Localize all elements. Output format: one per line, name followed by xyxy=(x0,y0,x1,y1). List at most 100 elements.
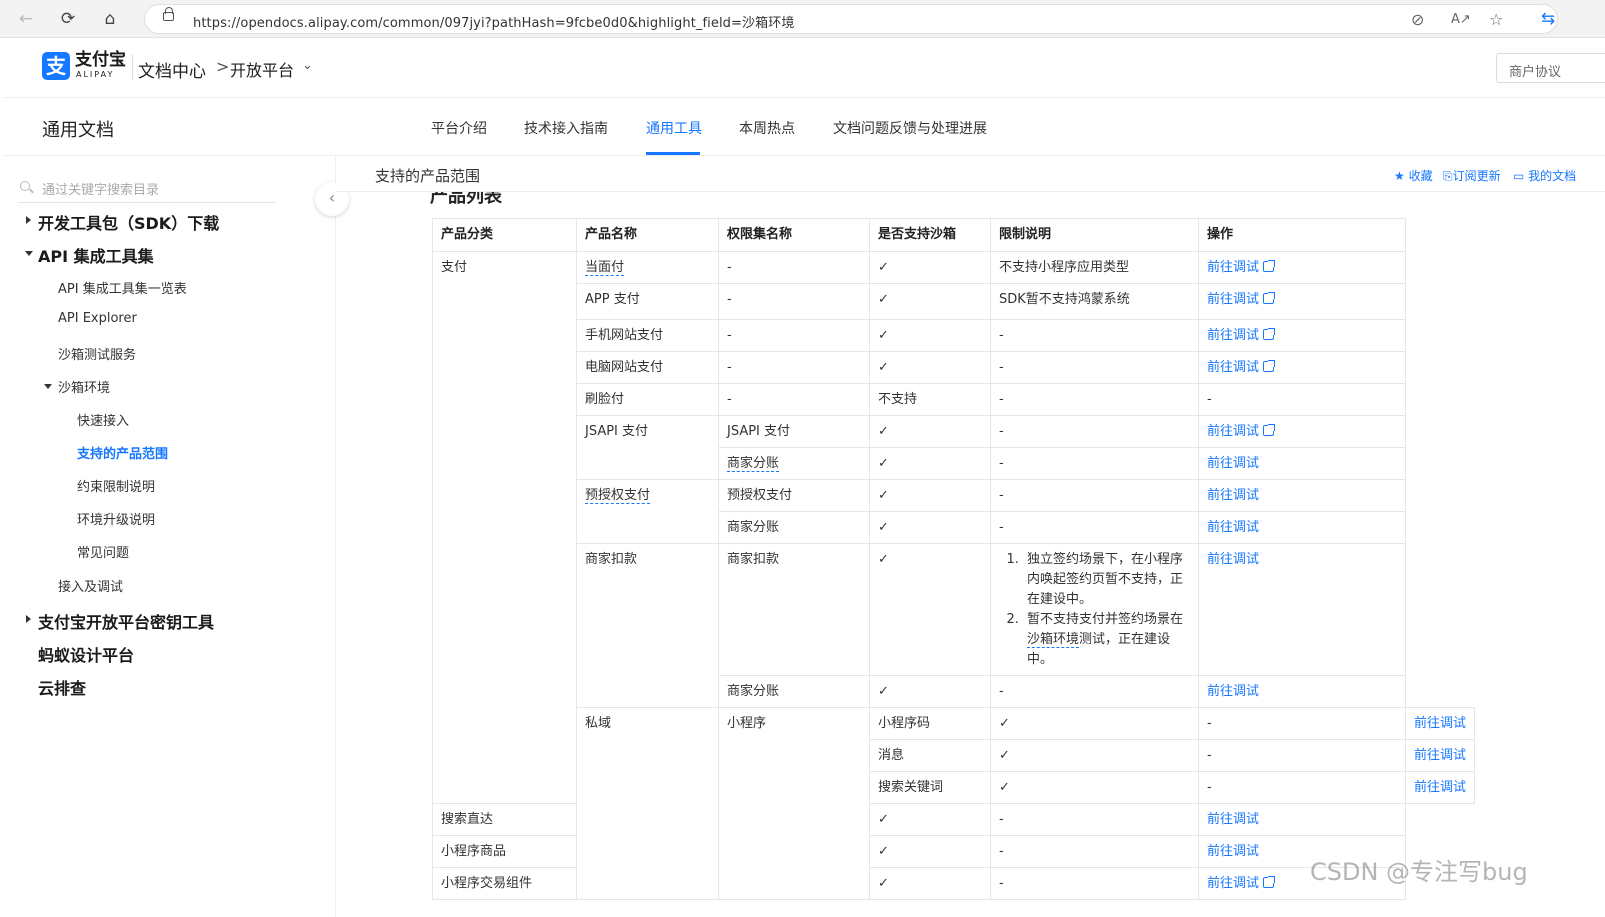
debug-link[interactable]: 前往调试 xyxy=(1207,260,1259,275)
table-row: 支付 当面付 - ✓ 不支持小程序应用类型 前往调试 xyxy=(432,251,1475,804)
cell-action[interactable]: 前往调试 xyxy=(1198,543,1406,676)
header-divider xyxy=(132,54,133,80)
caret-right-icon[interactable] xyxy=(26,615,31,623)
debug-link[interactable]: 前往调试 xyxy=(1207,520,1259,535)
cell-limit: - xyxy=(990,511,1199,544)
tab-tech-guide[interactable]: 技术接入指南 xyxy=(524,118,608,138)
url-text[interactable]: https://opendocs.alipay.com/common/097jy… xyxy=(193,12,794,31)
cell-action[interactable]: 前往调试 xyxy=(1198,283,1406,320)
alipay-logo-icon[interactable]: 支 xyxy=(42,52,70,80)
sync-icon[interactable]: ⇆ xyxy=(1538,9,1558,29)
sidebar-item-constraints[interactable]: 约束限制说明 xyxy=(77,476,155,495)
limit-text: 暂不支持支付并签约场景在 xyxy=(1027,612,1184,627)
external-link-icon[interactable] xyxy=(1263,360,1276,372)
tab-doc-feedback[interactable]: 文档问题反馈与处理进展 xyxy=(833,118,987,138)
sidebar-item-upgrade[interactable]: 环境升级说明 xyxy=(77,509,155,528)
sidebar-item-faq[interactable]: 常见问题 xyxy=(77,542,129,561)
sidebar-search[interactable]: 通过关键字搜索目录 xyxy=(18,177,276,203)
back-icon[interactable]: ← xyxy=(16,9,36,29)
caret-right-icon[interactable] xyxy=(26,216,31,224)
caret-down-icon[interactable] xyxy=(25,251,33,256)
cell-action[interactable]: 前往调试 xyxy=(1198,319,1406,352)
search-input[interactable]: 通过关键字搜索目录 xyxy=(42,179,159,198)
external-link-icon[interactable] xyxy=(1263,292,1276,304)
debug-link[interactable]: 前往调试 xyxy=(1207,812,1259,827)
cell-action[interactable]: 前往调试 xyxy=(1404,739,1476,772)
debug-link[interactable]: 前往调试 xyxy=(1414,716,1466,731)
read-aloud-icon[interactable]: A↗ xyxy=(1451,11,1471,29)
cell-support: ✓ xyxy=(990,771,1199,804)
table-row: 商家扣款 商家扣款 ✓ 独立签约场景下，在小程序内唤起签约页暂不支持，正在建设中… xyxy=(433,543,1475,708)
external-link-icon[interactable] xyxy=(1263,424,1276,436)
debug-link[interactable]: 前往调试 xyxy=(1207,488,1259,503)
cell-support: ✓ xyxy=(869,803,991,836)
external-link-icon[interactable] xyxy=(1263,328,1276,340)
sidebar-item-ant-design[interactable]: 蚂蚁设计平台 xyxy=(38,642,134,666)
subscribe-button[interactable]: ⎘订阅更新 xyxy=(1443,167,1501,184)
tab-weekly-hot[interactable]: 本周热点 xyxy=(739,118,795,138)
my-docs-button[interactable]: ▭ 我的文档 xyxy=(1513,167,1576,184)
tab-platform-intro[interactable]: 平台介绍 xyxy=(431,118,487,138)
address-bar[interactable]: https://opendocs.alipay.com/common/097jy… xyxy=(144,4,1558,34)
cell-limit: - xyxy=(990,351,1199,384)
cell-action[interactable]: 前往调试 xyxy=(1198,351,1406,384)
product-link[interactable]: 当面付 xyxy=(585,260,625,276)
perm-link[interactable]: 商家分账 xyxy=(727,456,780,472)
platform-selector[interactable]: 开放平台 xyxy=(230,57,294,81)
debug-link[interactable]: 前往调试 xyxy=(1414,748,1466,763)
debug-link[interactable]: 前往调试 xyxy=(1207,876,1259,891)
sidebar-item-integration-debug[interactable]: 接入及调试 xyxy=(58,576,123,595)
sidebar-item-quick-start[interactable]: 快速接入 xyxy=(77,410,129,429)
home-icon[interactable]: ⌂ xyxy=(100,9,120,29)
merchant-agreement-button[interactable]: 商户协议 xyxy=(1496,53,1605,83)
cell-perm[interactable]: 商家分账 xyxy=(718,447,870,480)
debug-link[interactable]: 前往调试 xyxy=(1207,360,1259,375)
sandbox-link[interactable]: 沙箱环境 xyxy=(1027,632,1080,648)
debug-link[interactable]: 前往调试 xyxy=(1414,780,1466,795)
debug-link[interactable]: 前往调试 xyxy=(1207,552,1259,567)
logo-text[interactable]: 支付宝 xyxy=(75,51,126,69)
cell-action[interactable]: 前往调试 xyxy=(1198,447,1406,480)
cell-action[interactable]: 前往调试 xyxy=(1198,479,1406,512)
debug-link[interactable]: 前往调试 xyxy=(1207,456,1259,471)
external-link-icon[interactable] xyxy=(1263,260,1276,272)
tab-general-tools[interactable]: 通用工具 xyxy=(646,118,702,138)
cell-support: ✓ xyxy=(869,675,991,708)
sidebar-item-sandbox-service[interactable]: 沙箱测试服务 xyxy=(58,344,136,363)
favorite-star-icon[interactable]: ☆ xyxy=(1489,11,1503,29)
product-link[interactable]: 预授权支付 xyxy=(585,488,651,504)
debug-link[interactable]: 前往调试 xyxy=(1207,844,1259,859)
debug-link[interactable]: 前往调试 xyxy=(1207,328,1259,343)
cell-product[interactable]: 预授权支付 xyxy=(576,479,719,544)
cell-product: APP 支付 xyxy=(576,283,719,320)
cell-perm: 搜索直达 xyxy=(432,803,577,836)
debug-link[interactable]: 前往调试 xyxy=(1207,292,1259,307)
cell-action[interactable]: 前往调试 xyxy=(1198,675,1406,708)
favorite-button[interactable]: ★ 收藏 xyxy=(1394,167,1433,184)
tracking-icon[interactable]: ⊘ xyxy=(1411,11,1424,29)
cell-action[interactable]: 前往调试 xyxy=(1198,511,1406,544)
doc-center-link[interactable]: 文档中心 xyxy=(138,57,206,82)
sidebar-item-supported-products[interactable]: 支持的产品范围 xyxy=(77,443,168,462)
cell-limit: 不支持小程序应用类型 xyxy=(990,251,1199,284)
cell-action[interactable]: 前往调试 xyxy=(1198,803,1406,836)
debug-link[interactable]: 前往调试 xyxy=(1207,684,1259,699)
sidebar-item-cloud-check[interactable]: 云排查 xyxy=(38,675,86,699)
sidebar-item-key-tool[interactable]: 支付宝开放平台密钥工具 xyxy=(38,609,214,633)
sidebar-item-sandbox-env[interactable]: 沙箱环境 xyxy=(58,377,110,396)
sidebar-item-api-explorer[interactable]: API Explorer xyxy=(58,311,137,326)
sidebar-item-api-overview[interactable]: API 集成工具集一览表 xyxy=(58,278,187,297)
sidebar-item-api-tools[interactable]: API 集成工具集 xyxy=(38,243,154,267)
cell-action[interactable]: 前往调试 xyxy=(1198,251,1406,284)
cell-action[interactable]: 前往调试 xyxy=(1198,415,1406,448)
logo-sub: ALIPAY xyxy=(76,70,115,79)
refresh-icon[interactable]: ⟳ xyxy=(58,9,78,29)
external-link-icon[interactable] xyxy=(1263,876,1276,888)
cell-product[interactable]: 当面付 xyxy=(576,251,719,284)
debug-link[interactable]: 前往调试 xyxy=(1207,424,1259,439)
caret-down-icon[interactable] xyxy=(44,384,52,389)
cell-action[interactable]: 前往调试 xyxy=(1404,707,1476,740)
cell-action[interactable]: 前往调试 xyxy=(1404,771,1476,804)
sidebar-item-sdk[interactable]: 开发工具包（SDK）下载 xyxy=(38,210,219,234)
chevron-down-icon[interactable]: ⌄ xyxy=(302,58,313,73)
